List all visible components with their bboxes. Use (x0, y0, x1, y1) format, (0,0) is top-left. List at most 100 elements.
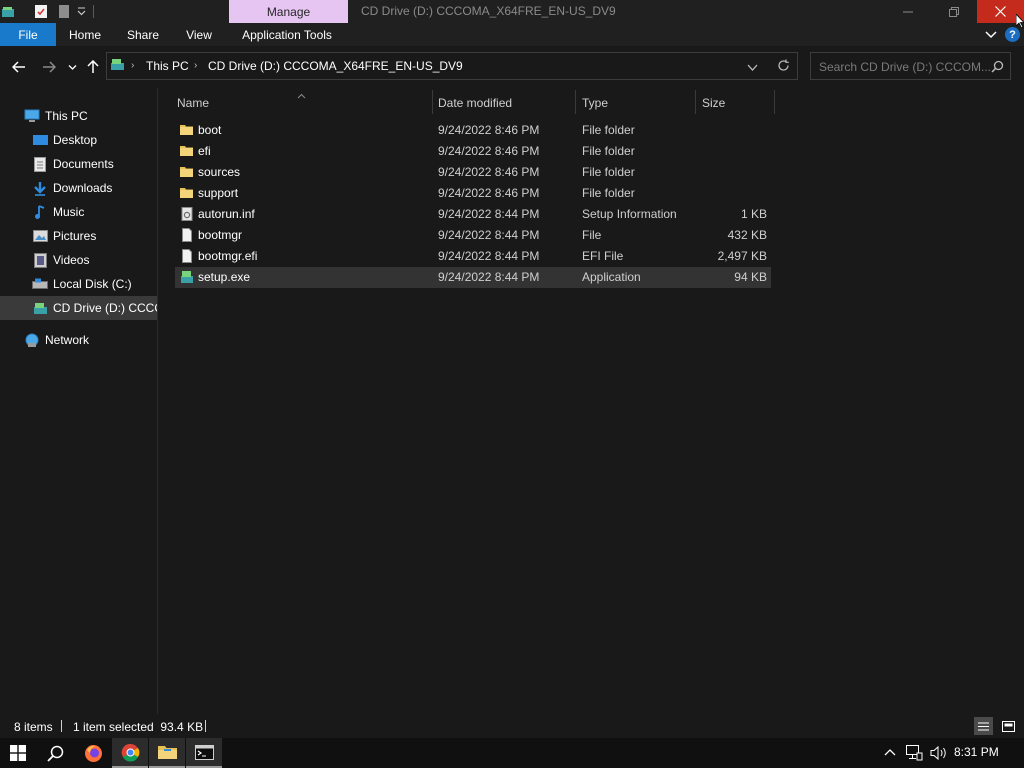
chrome-icon[interactable] (112, 738, 148, 768)
address-history-chevron-icon[interactable] (747, 61, 758, 75)
show-hidden-icons-chevron-icon[interactable] (884, 747, 896, 762)
network-status-icon[interactable] (906, 745, 923, 764)
file-date: 9/24/2022 8:46 PM (438, 186, 540, 200)
up-arrow-icon[interactable] (83, 57, 103, 77)
breadcrumb-this-pc[interactable]: This PC (146, 59, 189, 73)
column-header-name[interactable]: Name (177, 90, 427, 116)
column-divider[interactable] (575, 90, 576, 114)
quick-access-divider (93, 5, 94, 18)
restore-button[interactable] (931, 0, 977, 23)
customize-quick-access-icon[interactable] (74, 3, 88, 20)
large-icons-view-icon[interactable] (998, 717, 1018, 735)
title-bar: Manage CD Drive (D:) CCCOMA_X64FRE_EN-US… (0, 0, 1024, 23)
item-count: 8 items (14, 720, 53, 734)
volume-icon[interactable] (930, 745, 948, 764)
file-name: autorun.inf (198, 207, 255, 221)
file-icon (180, 228, 194, 242)
column-divider[interactable] (432, 90, 433, 114)
properties-icon[interactable] (31, 3, 51, 20)
back-arrow-icon[interactable] (9, 57, 29, 77)
new-folder-icon[interactable] (55, 3, 73, 20)
search-placeholder: Search CD Drive (D:) CCCOM... (819, 60, 992, 74)
file-date: 9/24/2022 8:44 PM (438, 270, 540, 284)
videos-icon (32, 252, 48, 268)
file-row-setup-exe[interactable]: setup.exe 9/24/2022 8:44 PM Application … (175, 267, 771, 288)
folder-icon (180, 165, 194, 179)
file-type: Setup Information (582, 207, 677, 221)
network-icon (24, 332, 40, 348)
file-type: File (582, 228, 602, 242)
file-icon (180, 249, 194, 263)
tab-home[interactable]: Home (60, 23, 110, 46)
file-type: File folder (582, 165, 635, 179)
file-type: File folder (582, 186, 635, 200)
tab-share[interactable]: Share (118, 23, 168, 46)
breadcrumb-separator-icon: › (194, 60, 198, 71)
file-name: boot (198, 123, 222, 137)
file-row-boot[interactable]: boot 9/24/2022 8:46 PM File folder (175, 120, 771, 141)
downloads-icon (32, 180, 48, 196)
start-windows-icon[interactable] (0, 738, 36, 768)
file-row-support[interactable]: support 9/24/2022 8:46 PM File folder (175, 183, 771, 204)
selection-info: 1 item selected 93.4 KB (73, 720, 204, 734)
breadcrumb-cd-drive[interactable]: CD Drive (D:) CCCOMA_X64FRE_EN-US_DV9 (208, 59, 463, 73)
search-icon[interactable] (991, 60, 1004, 76)
status-divider (61, 720, 62, 732)
search-input[interactable]: Search CD Drive (D:) CCCOM... (810, 52, 1011, 80)
file-row-autorun-inf[interactable]: autorun.inf 9/24/2022 8:44 PM Setup Info… (175, 204, 771, 225)
expand-ribbon-chevron-icon[interactable] (984, 27, 998, 41)
column-divider[interactable] (774, 90, 775, 114)
file-name: sources (198, 165, 241, 179)
desktop-icon (32, 132, 48, 148)
tab-file[interactable]: File (0, 23, 56, 46)
column-header-date-modified[interactable]: Date modified (438, 90, 574, 116)
status-divider (205, 720, 206, 732)
local-disk-icon (32, 276, 48, 292)
forward-arrow-icon[interactable] (39, 57, 59, 77)
file-row-bootmgr-efi[interactable]: bootmgr.efi 9/24/2022 8:44 PM EFI File 2… (175, 246, 771, 267)
nav-item-this-pc[interactable]: This PC (0, 104, 157, 128)
nav-item-music[interactable]: Music (0, 200, 157, 224)
nav-item-downloads[interactable]: Downloads (0, 176, 157, 200)
file-row-bootmgr[interactable]: bootmgr 9/24/2022 8:44 PM File 432 KB (175, 225, 771, 246)
column-header-size[interactable]: Size (702, 90, 774, 116)
column-header-type[interactable]: Type (582, 90, 694, 116)
file-explorer-icon[interactable] (149, 738, 185, 768)
nav-item-local-disk[interactable]: Local Disk (C:) (0, 272, 157, 296)
file-name: setup.exe (198, 270, 251, 284)
file-row-efi[interactable]: efi 9/24/2022 8:46 PM File folder (175, 141, 771, 162)
file-size: 94 KB (734, 270, 767, 284)
file-date: 9/24/2022 8:44 PM (438, 228, 540, 242)
tab-application-tools[interactable]: Application Tools (234, 23, 340, 46)
recent-locations-chevron-icon[interactable] (62, 57, 82, 77)
command-prompt-icon[interactable] (186, 738, 222, 768)
file-date: 9/24/2022 8:44 PM (438, 207, 540, 221)
file-list: Name Date modified Type Size boot 9/24/2… (159, 88, 1024, 714)
documents-icon (32, 156, 48, 172)
file-type: Application (582, 270, 641, 284)
file-type: EFI File (582, 249, 624, 263)
nav-item-network[interactable]: Network (0, 328, 157, 352)
cd-drive-app-icon (0, 3, 16, 20)
tab-view[interactable]: View (176, 23, 222, 46)
nav-item-videos[interactable]: Videos (0, 248, 157, 272)
file-name: bootmgr (198, 228, 243, 242)
file-row-sources[interactable]: sources 9/24/2022 8:46 PM File folder (175, 162, 771, 183)
column-divider[interactable] (695, 90, 696, 114)
nav-item-desktop[interactable]: Desktop (0, 128, 157, 152)
file-size: 2,497 KB (717, 249, 767, 263)
address-toolbar: › This PC › CD Drive (D:) CCCOMA_X64FRE_… (0, 46, 1024, 88)
refresh-icon[interactable] (777, 59, 790, 75)
system-clock[interactable]: 8:31 PM (954, 745, 999, 759)
search-icon[interactable] (37, 738, 73, 768)
nav-item-cd-drive[interactable]: CD Drive (D:) CCCOMA_X64FRE_EN-US_DV9 (0, 296, 157, 320)
file-type: File folder (582, 144, 635, 158)
minimize-button[interactable] (885, 0, 931, 23)
details-view-icon[interactable] (974, 717, 993, 735)
address-bar[interactable]: › This PC › CD Drive (D:) CCCOMA_X64FRE_… (106, 52, 798, 80)
pictures-icon (32, 228, 48, 244)
manage-context-tab[interactable]: Manage (229, 0, 348, 23)
nav-item-pictures[interactable]: Pictures (0, 224, 157, 248)
firefox-icon[interactable] (75, 738, 111, 768)
nav-item-documents[interactable]: Documents (0, 152, 157, 176)
